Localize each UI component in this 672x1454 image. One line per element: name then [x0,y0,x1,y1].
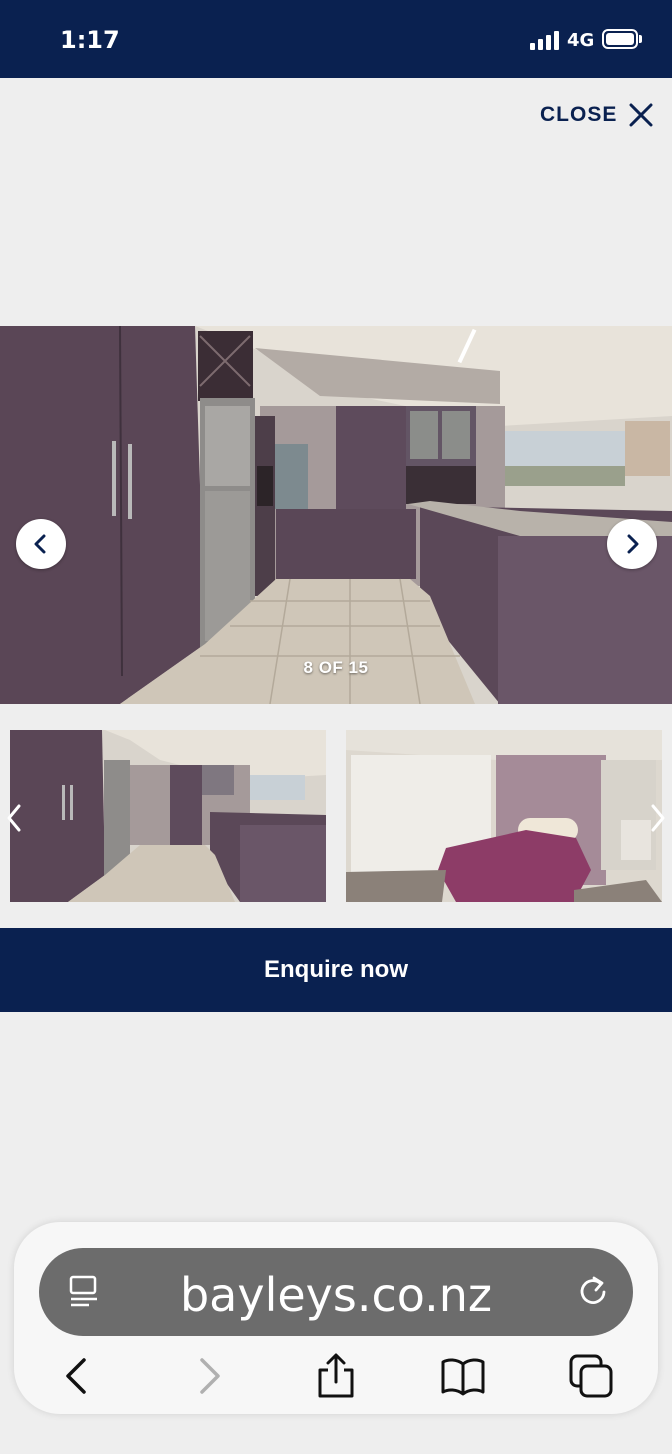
address-bar[interactable]: bayleys.co.nz [39,1248,633,1336]
bookmarks-icon[interactable] [439,1352,487,1400]
thumbnail-kitchen[interactable] [10,730,326,902]
back-icon[interactable] [54,1352,102,1400]
chevron-right-icon [627,534,639,554]
battery-icon [602,29,638,49]
kitchen-photo [0,326,672,704]
main-photo [0,326,672,704]
battery-nub [639,35,642,43]
close-label: CLOSE [540,103,618,126]
close-button[interactable]: CLOSE [540,98,655,132]
thumbnails-prev-chevron-icon[interactable] [4,800,26,836]
tabs-icon[interactable] [567,1352,615,1400]
reload-icon [580,1276,606,1304]
previous-photo-button[interactable] [16,519,66,569]
thumbnails-next-chevron-icon[interactable] [646,800,668,836]
enquire-now-button[interactable]: Enquire now [0,928,672,1012]
forward-icon [200,1358,220,1394]
chevron-left-icon [34,534,46,554]
status-bar: 1:17 4G [0,0,672,78]
thumbnail-bedroom-image [346,730,662,902]
close-icon [629,103,653,127]
url-text: bayleys.co.nz [179,1268,493,1322]
thumbnail-kitchen-image [10,730,326,902]
photo-counter: 8 OF 15 [303,658,369,677]
enquire-now-label: Enquire now [264,956,408,983]
thumbnail-bedroom[interactable] [346,730,662,902]
next-photo-button[interactable] [607,519,657,569]
cellular-signal-icon [530,30,562,50]
share-icon[interactable] [312,1352,360,1400]
network-type: 4G [567,30,595,51]
browser-toolbar: bayleys.co.nz [14,1222,658,1414]
status-time: 1:17 [60,26,120,54]
